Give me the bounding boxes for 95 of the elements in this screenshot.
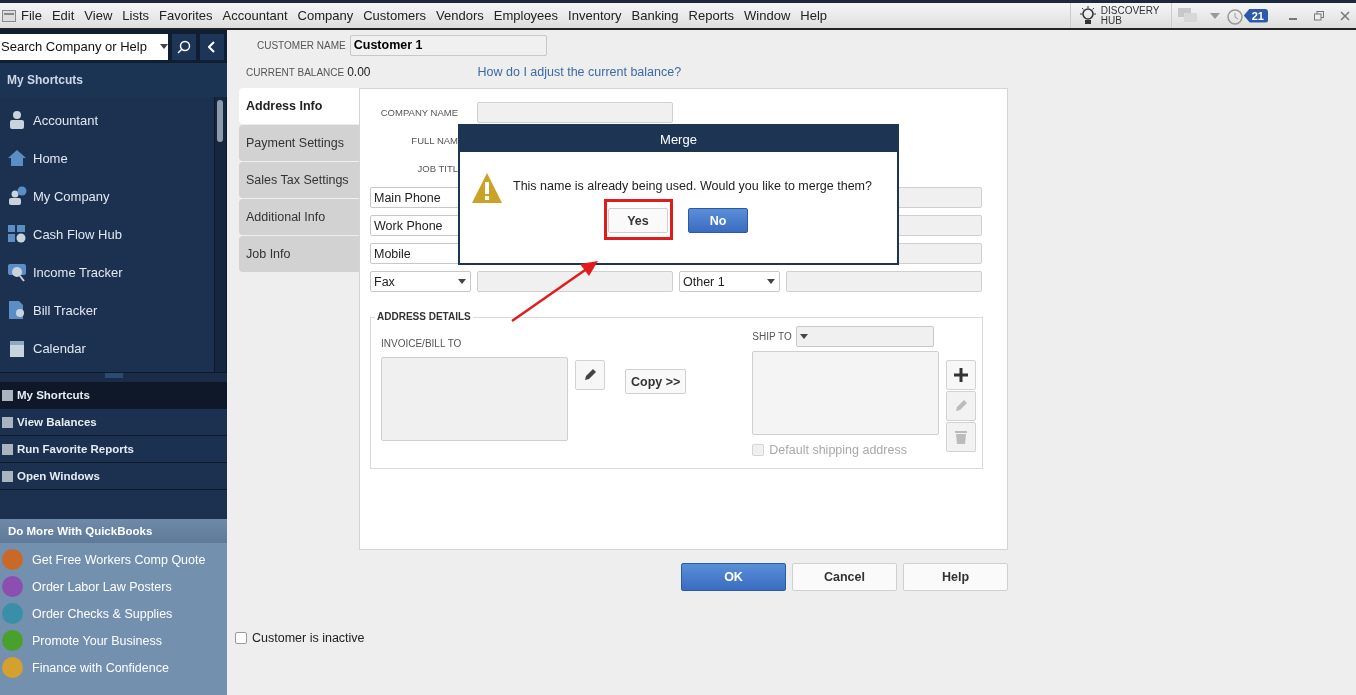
search-icon — [177, 39, 191, 54]
caret-icon — [160, 44, 168, 49]
collapse-button[interactable] — [200, 33, 224, 60]
highlight-frame — [604, 199, 673, 240]
reminders-badge[interactable]: 21 — [1243, 8, 1268, 23]
promo-title: Do More With QuickBooks — [0, 519, 227, 543]
plus-icon — [953, 367, 970, 383]
chevron-left-icon — [208, 40, 216, 53]
phone-type-dropdown[interactable]: Fax — [370, 271, 471, 292]
search-field[interactable]: Search Company or Help — [0, 33, 168, 60]
menu-item[interactable]: Vendors — [431, 8, 489, 23]
customer-name-field[interactable]: Customer 1 — [349, 35, 547, 56]
warning-icon — [471, 172, 503, 204]
add-button[interactable] — [946, 360, 977, 390]
bill-to-field[interactable] — [381, 357, 568, 441]
menu-item[interactable]: Employees — [488, 8, 564, 23]
shortcut-item[interactable]: Income Tracker — [33, 264, 123, 280]
ok-button[interactable]: OK — [681, 563, 786, 591]
person-icon — [7, 110, 27, 130]
menu-item[interactable]: Accountant — [217, 8, 293, 23]
ship-to-label: SHIP TO — [752, 331, 792, 342]
phone-field[interactable] — [786, 271, 982, 292]
address-details-title: ADDRESS DETAILS — [375, 311, 473, 322]
menu-item[interactable]: Edit — [46, 8, 80, 23]
checkbox-label: Default shipping address — [769, 443, 907, 457]
menu-item[interactable]: Customers — [358, 8, 432, 23]
shortcut-item[interactable]: Bill Tracker — [33, 302, 98, 318]
field-label: COMPANY NAME — [379, 107, 458, 118]
pencil-icon — [582, 367, 598, 383]
tab[interactable]: Job Info — [239, 236, 359, 272]
dialog-title: Merge — [460, 126, 897, 152]
tab[interactable]: Additional Info — [239, 199, 359, 235]
phone-field[interactable] — [477, 271, 673, 292]
menu-item[interactable]: Reports — [683, 8, 740, 23]
shortcut-item[interactable]: Home — [33, 150, 68, 166]
calendar-icon — [7, 338, 27, 358]
shortcut-item[interactable]: My Company — [33, 188, 110, 204]
checkbox[interactable] — [235, 632, 247, 644]
balance-value: 0.00 — [347, 65, 371, 79]
caret-icon — [767, 279, 775, 284]
lightbulb-icon[interactable] — [1078, 5, 1097, 26]
shortcut-item[interactable]: Accountant — [33, 112, 99, 128]
menu-item[interactable]: Company — [292, 8, 359, 23]
ship-to-field[interactable] — [752, 351, 940, 435]
pencil-icon — [953, 398, 970, 414]
yes-button[interactable]: Yes — [608, 208, 668, 233]
home-icon — [7, 148, 27, 168]
shortcuts-title: My Shortcuts — [0, 63, 227, 97]
tab[interactable]: Payment Settings — [239, 125, 359, 161]
caret-icon — [458, 279, 466, 284]
checkbox-label: Customer is inactive — [252, 631, 365, 645]
text-field[interactable] — [477, 102, 673, 123]
balance-help-link[interactable]: How do I adjust the current balance? — [477, 65, 682, 79]
field-label: JOB TITL — [416, 163, 458, 174]
menu-item[interactable]: Lists — [117, 8, 155, 23]
dashboard-icon — [7, 224, 27, 244]
splitter-handle[interactable] — [0, 372, 227, 382]
close-icon[interactable] — [1340, 10, 1350, 21]
edit-button[interactable] — [575, 360, 605, 390]
menu-item[interactable]: Banking — [626, 8, 684, 23]
shortcut-item[interactable]: Calendar — [33, 340, 86, 356]
cancel-button[interactable]: Cancel — [792, 563, 897, 591]
tab[interactable]: Sales Tax Settings — [239, 162, 359, 198]
menu-item[interactable]: View — [79, 8, 118, 23]
caret-icon[interactable] — [1209, 12, 1220, 19]
balance-label: CURRENT BALANCE — [246, 66, 345, 78]
magnifier-icon — [7, 262, 27, 282]
tab[interactable]: Address Info — [239, 88, 359, 124]
customer-name-label: CUSTOMER NAME — [257, 40, 346, 51]
phone-type-dropdown[interactable]: Other 1 — [679, 271, 780, 292]
bill-to-label: INVOICE/BILL TO — [381, 338, 463, 349]
help-button[interactable]: Help — [903, 563, 1008, 591]
shortcut-item[interactable]: Cash Flow Hub — [33, 226, 122, 242]
window-menu-icon[interactable] — [2, 9, 16, 22]
nav-item[interactable]: My Shortcuts — [0, 382, 227, 409]
menu-item[interactable]: Help — [795, 8, 833, 23]
menu-item[interactable]: Inventory — [563, 8, 627, 23]
scrollbar[interactable] — [214, 97, 226, 372]
copy-button[interactable]: Copy >> — [625, 369, 687, 394]
no-button[interactable]: No — [688, 208, 748, 233]
dialog-message: This name is already being used. Would you like to merge them? — [513, 179, 872, 195]
ship-to-dropdown[interactable] — [795, 326, 934, 347]
clock-icon[interactable] — [1225, 6, 1244, 25]
trash-icon — [953, 429, 970, 445]
discovery-hub-label[interactable]: DISCOVERY HUB — [1100, 5, 1163, 26]
caret-icon — [799, 334, 808, 339]
document-icon — [7, 300, 27, 320]
menu-item[interactable]: Window — [739, 8, 796, 23]
search-button[interactable] — [172, 33, 196, 60]
menu-item[interactable]: Favorites — [154, 8, 218, 23]
menu-item[interactable]: File — [16, 8, 47, 23]
person-icon — [7, 186, 27, 206]
restore-icon[interactable] — [1314, 10, 1324, 21]
field-label: FULL NAM — [410, 135, 458, 146]
chat-icon[interactable] — [1177, 7, 1198, 24]
